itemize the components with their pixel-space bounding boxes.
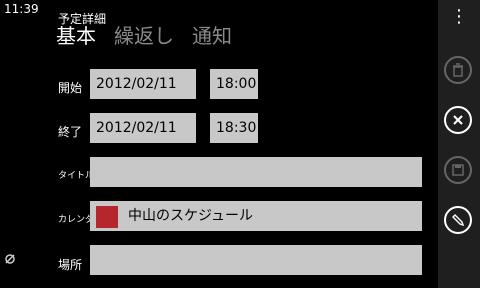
location-label: 場所	[58, 258, 83, 272]
calendar-color-swatch	[96, 206, 118, 228]
save-button[interactable]	[444, 156, 472, 184]
tab-repeat[interactable]: 繰返し	[114, 24, 174, 48]
start-label: 開始	[58, 81, 83, 95]
location-field[interactable]	[90, 245, 422, 275]
title-label: タイトル	[58, 171, 95, 181]
title-field[interactable]	[90, 157, 422, 187]
more-icon[interactable]: ⋮	[438, 8, 480, 26]
delete-icon	[451, 63, 465, 77]
tab-notify[interactable]: 通知	[192, 24, 232, 48]
calendar-label: カレンダ	[58, 215, 95, 225]
cancel-icon	[451, 113, 465, 127]
status-time: 11:39	[4, 2, 39, 16]
tab-basic[interactable]: 基本	[56, 24, 96, 48]
app-bar: ⋮	[438, 0, 480, 288]
start-date-field[interactable]: 2012/02/11	[90, 69, 196, 99]
tab-bar: 基本 繰返し 通知	[56, 24, 232, 48]
end-label: 終了	[58, 125, 83, 139]
calendar-name: 中山のスケジュール	[128, 208, 254, 224]
delete-button[interactable]	[444, 56, 472, 84]
edit-icon	[451, 213, 465, 227]
save-icon	[451, 163, 465, 177]
network-icon	[4, 250, 16, 264]
start-time-field[interactable]: 18:00	[210, 69, 258, 99]
cancel-button[interactable]	[444, 106, 472, 134]
end-time-field[interactable]: 18:30	[210, 113, 258, 143]
edit-button[interactable]	[444, 206, 472, 234]
end-date-field[interactable]: 2012/02/11	[90, 113, 196, 143]
